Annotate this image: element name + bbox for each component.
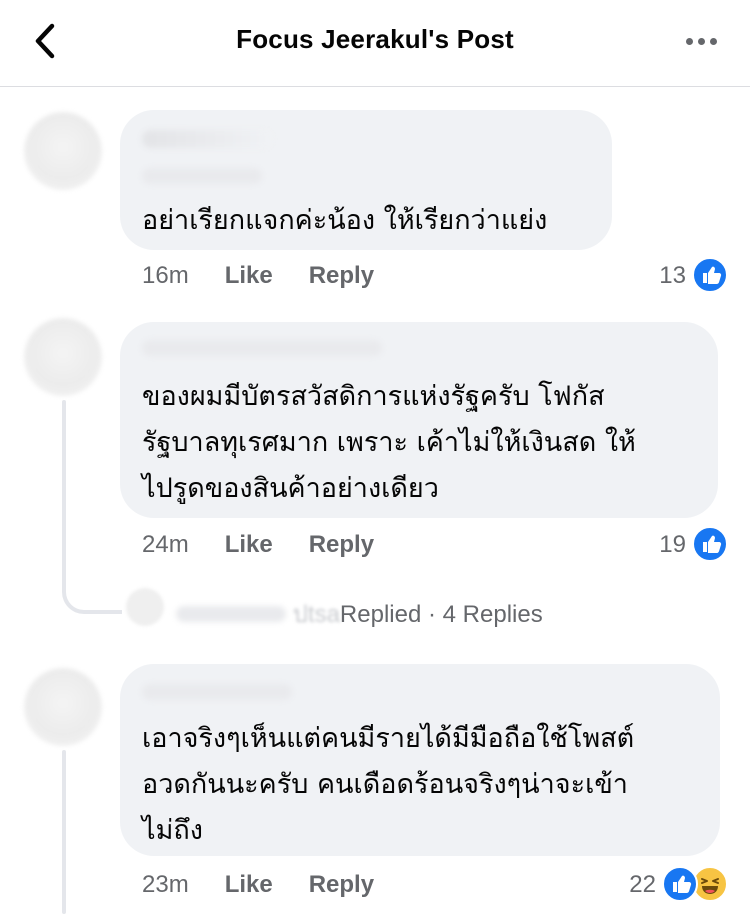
more-dot	[698, 38, 705, 45]
comment-text-line: ไม่ถึง	[142, 815, 203, 846]
thumbs-up-icon	[673, 875, 692, 893]
comment-meta: 23m Like Reply	[142, 871, 374, 899]
commenter-name-blurred	[142, 340, 382, 356]
like-icon[interactable]	[692, 526, 728, 562]
avatar[interactable]	[24, 112, 102, 190]
replier-name-blurred	[176, 605, 286, 622]
like-icon[interactable]	[692, 257, 728, 293]
like-button[interactable]: Like	[225, 871, 273, 898]
comment-meta: 16m Like Reply	[142, 262, 374, 290]
comment-time: 24m	[142, 531, 189, 558]
replied-label: Replied	[339, 601, 422, 628]
avatar[interactable]	[24, 668, 102, 746]
comment-text-line: อวดกันนะครับ คนเดือดร้อนจริงๆน่าจะเข้า	[142, 769, 628, 800]
post-header: Focus Jeerakul's Post	[0, 0, 750, 87]
comment-bubble[interactable]: เอาจริงๆเห็นแต่คนมีรายได้มีมือถือใช้โพสต…	[120, 664, 720, 856]
reaction-count[interactable]: 13	[640, 262, 686, 290]
comment-meta: 24m Like Reply	[142, 531, 374, 559]
reply-button[interactable]: Reply	[309, 262, 374, 289]
thread-connector	[62, 560, 122, 614]
like-button[interactable]: Like	[225, 531, 273, 558]
commenter-subtitle-blurred	[142, 168, 262, 184]
comment-text-line: เอาจริงๆเห็นแต่คนมีรายได้มีมือถือใช้โพสต…	[142, 723, 635, 754]
thread-line	[62, 750, 66, 914]
more-options-button[interactable]	[682, 30, 722, 52]
replies-separator: ·	[427, 601, 443, 628]
comment-bubble[interactable]: ของผมมีบัตรสวัสดิการแห่งรัฐครับ โฟกัส รั…	[120, 322, 718, 518]
comment-text-line: รัฐบาลทุเรศมาก เพราะ เค้าไม่ให้เงินสด ให…	[142, 427, 636, 458]
reply-button[interactable]: Reply	[309, 531, 374, 558]
commenter-name-blurred	[142, 130, 272, 148]
more-dot	[710, 38, 717, 45]
reaction-count[interactable]: 22	[612, 871, 656, 899]
reply-avatar[interactable]	[126, 588, 164, 626]
comment-bubble[interactable]: อย่าเรียกแจกค่ะน้อง ให้เรียกว่าแย่ง	[120, 110, 612, 250]
thumbs-up-icon	[703, 266, 722, 284]
reaction-count[interactable]: 19	[644, 531, 686, 559]
laughing-face-icon	[701, 878, 719, 894]
replier-name-partial: ปtsa	[292, 601, 340, 628]
like-icon[interactable]	[662, 866, 698, 902]
like-button[interactable]: Like	[225, 262, 273, 289]
comment-text-line: ไปรูดของสินค้าอย่างเดียว	[142, 473, 439, 504]
comment-text-line: ของผมมีบัตรสวัสดิการแห่งรัฐครับ โฟกัส	[142, 381, 605, 412]
comment-text: ของผมมีบัตรสวัสดิการแห่งรัฐครับ โฟกัส รั…	[142, 374, 712, 512]
commenter-name-blurred	[142, 684, 292, 700]
comment-text: อย่าเรียกแจกค่ะน้อง ให้เรียกว่าแย่ง	[142, 198, 602, 244]
page-title: Focus Jeerakul's Post	[236, 24, 514, 54]
avatar[interactable]	[24, 318, 102, 396]
thumbs-up-icon	[703, 535, 722, 553]
thread-line	[62, 400, 66, 570]
reply-button[interactable]: Reply	[309, 871, 374, 898]
comment-time: 16m	[142, 262, 189, 289]
comment-text-line: อย่าเรียกแจกค่ะน้อง ให้เรียกว่าแย่ง	[142, 205, 548, 236]
comment-text: เอาจริงๆเห็นแต่คนมีรายได้มีมือถือใช้โพสต…	[142, 716, 714, 854]
more-dots-icon	[686, 38, 693, 45]
replies-count: 4 Replies	[442, 601, 543, 628]
comment-time: 23m	[142, 871, 189, 898]
view-replies-link[interactable]: ปtsaReplied · 4 Replies	[176, 594, 543, 633]
